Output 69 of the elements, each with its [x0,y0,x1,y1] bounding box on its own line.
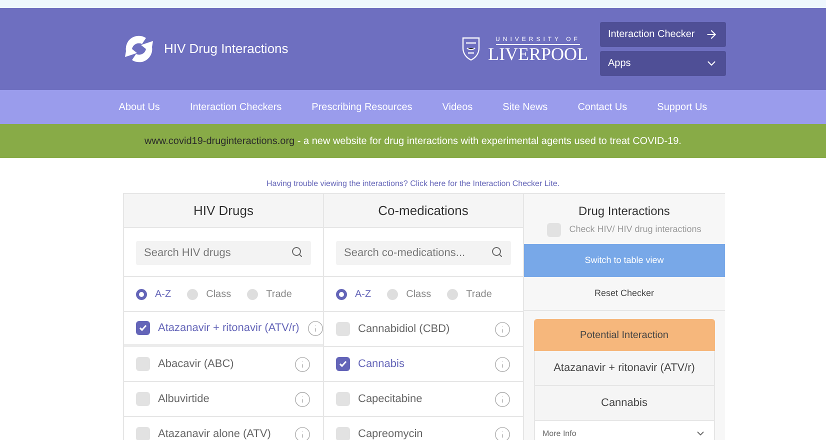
info-icon[interactable] [307,320,324,336]
search-icon [291,246,303,258]
check-icon [138,323,148,333]
checkbox[interactable] [336,357,350,371]
info-icon[interactable] [294,390,311,408]
radio-button[interactable] [447,288,458,300]
drug-list-item[interactable]: Albuvirtide [124,382,323,417]
drug-list-item[interactable]: Atazanavir + ritonavir (ATV/r) [124,312,323,347]
drug-list-item[interactable]: Atazanavir alone (ATV) [124,417,323,440]
interaction-drug: Atazanavir + ritonavir (ATV/r) [534,351,715,386]
radio-button[interactable] [387,288,398,300]
drug-list-item[interactable]: Capecitabine [324,382,522,417]
info-icon[interactable] [294,426,311,440]
checkbox[interactable] [136,392,150,406]
drug-name: Albuvirtide [158,392,210,407]
sort-option-label[interactable]: Trade [466,286,492,302]
column-header: Co-medications [324,194,522,228]
covid-site-link[interactable]: www.covid19-druginteractions.org [144,134,295,148]
university-name: LIVERPOOL [488,44,588,62]
banner-text: - a new website for drug interactions with experimental agents used to treat COVID-19. [296,134,682,148]
info-icon[interactable] [494,390,510,408]
info-icon[interactable] [494,320,510,338]
sort-option-label[interactable]: A-Z [355,286,372,302]
logo-icon [122,33,156,65]
drug-name: Atazanavir + ritonavir (ATV/r) [158,320,300,336]
arrow-icon [705,28,718,41]
site-title: HIV Drug Interactions [164,40,288,58]
drug-name: Abacavir (ABC) [158,356,235,372]
search-field[interactable]: Search co-medications... [336,241,510,265]
more-info-button[interactable]: More Info [534,421,715,440]
checkbox[interactable] [336,322,350,336]
info-icon[interactable] [294,356,311,372]
checkbox-label: Check HIV/ HIV drug interactions [569,222,702,236]
radio-button[interactable] [336,288,347,300]
radio-button[interactable] [187,288,198,300]
drug-list-item[interactable]: Abacavir (ABC) [124,347,323,382]
checkbox[interactable] [136,357,150,371]
interaction-drug: Cannabis [534,386,715,421]
drug-name: Capreomycin [358,426,424,440]
reset-button[interactable]: Reset Checker [524,277,725,311]
crest-icon [462,37,480,61]
search-field[interactable]: Search HIV drugs [136,241,311,265]
column-header: HIV Drugs [124,194,323,228]
checkbox[interactable] [136,427,150,440]
radio-button[interactable] [136,288,147,300]
drug-list-item[interactable]: Cannabis [324,347,522,382]
info-icon[interactable] [494,426,510,440]
search-icon [490,246,502,258]
header-button[interactable]: Interaction Checker [600,22,726,47]
drug-list-item[interactable]: Cannabidiol (CBD) [324,312,522,347]
sort-option-label[interactable]: A-Z [155,286,172,302]
header-button[interactable]: Apps [600,51,726,76]
drug-list-item[interactable]: Capreomycin [324,417,522,440]
drug-name: Cannabis [358,356,406,372]
interaction-status: Potential Interaction [534,319,715,351]
checkbox[interactable] [336,427,350,440]
check-icon [338,359,348,369]
sort-option-label[interactable]: Class [206,286,232,302]
info-icon[interactable] [494,356,510,372]
sort-option-label[interactable]: Trade [266,286,292,302]
checkbox[interactable] [336,392,350,406]
drug-name: Atazanavir alone (ATV) [158,426,272,440]
drug-name: Capecitabine [358,392,424,407]
radio-button[interactable] [247,288,258,300]
column-header: Drug Interactions [578,202,670,220]
checker-lite-link[interactable]: Having trouble viewing the interactions? Click here for the Interaction Checker Lite. [266,178,560,190]
sort-option-label[interactable]: Class [406,286,432,302]
drug-name: Cannabidiol (CBD) [358,322,451,337]
checkbox[interactable] [136,321,150,335]
